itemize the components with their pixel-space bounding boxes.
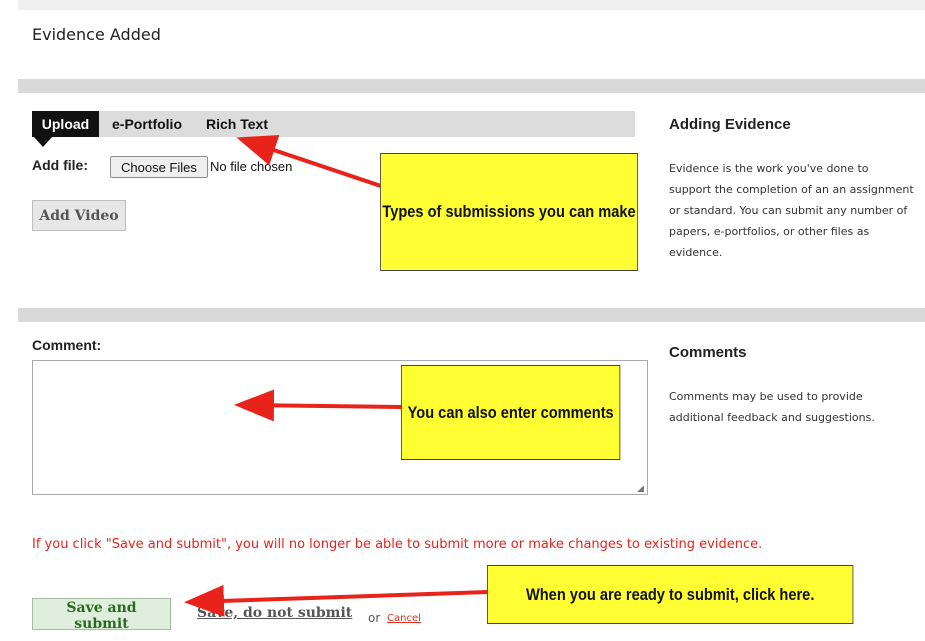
or-text: or: [368, 611, 381, 625]
adding-evidence-description: Evidence is the work you've done to supp…: [669, 162, 914, 259]
separator-2: [18, 308, 925, 322]
submission-tabs: Upload e-Portfolio Rich Text: [32, 111, 635, 147]
choose-files-button[interactable]: Choose Files: [110, 156, 208, 178]
page-title: Evidence Added: [32, 25, 161, 44]
no-file-chosen-text: No file chosen: [210, 159, 293, 174]
submit-warning-text: If you click "Save and submit", you will…: [32, 537, 763, 552]
add-file-label: Add file:: [32, 157, 88, 173]
cancel-link[interactable]: Cancel: [387, 613, 421, 624]
annotation-note-submission-types: Types of submissions you can make: [380, 153, 638, 271]
arrow-to-submit: [184, 584, 489, 617]
active-tab-pointer: [34, 137, 52, 147]
tab-upload[interactable]: Upload: [32, 111, 99, 137]
comments-heading: Comments: [669, 344, 747, 361]
tab-rich-text[interactable]: Rich Text: [206, 111, 268, 137]
annotation-note-comments: You can also enter comments: [401, 365, 621, 460]
comments-description: Comments may be used to provide addition…: [669, 390, 875, 424]
save-do-not-submit-link[interactable]: Save, do not submit: [197, 605, 352, 621]
resize-grip-icon[interactable]: ◢: [637, 484, 644, 494]
add-video-button[interactable]: Add Video: [32, 200, 126, 231]
tab-e-portfolio[interactable]: e-Portfolio: [112, 111, 182, 137]
top-separator: [18, 0, 925, 10]
annotation-note-submit: When you are ready to submit, click here…: [487, 565, 854, 624]
save-and-submit-button[interactable]: Save and submit: [32, 598, 171, 632]
adding-evidence-heading: Adding Evidence: [669, 116, 791, 133]
comment-label: Comment:: [32, 337, 102, 353]
separator-1: [18, 79, 925, 93]
